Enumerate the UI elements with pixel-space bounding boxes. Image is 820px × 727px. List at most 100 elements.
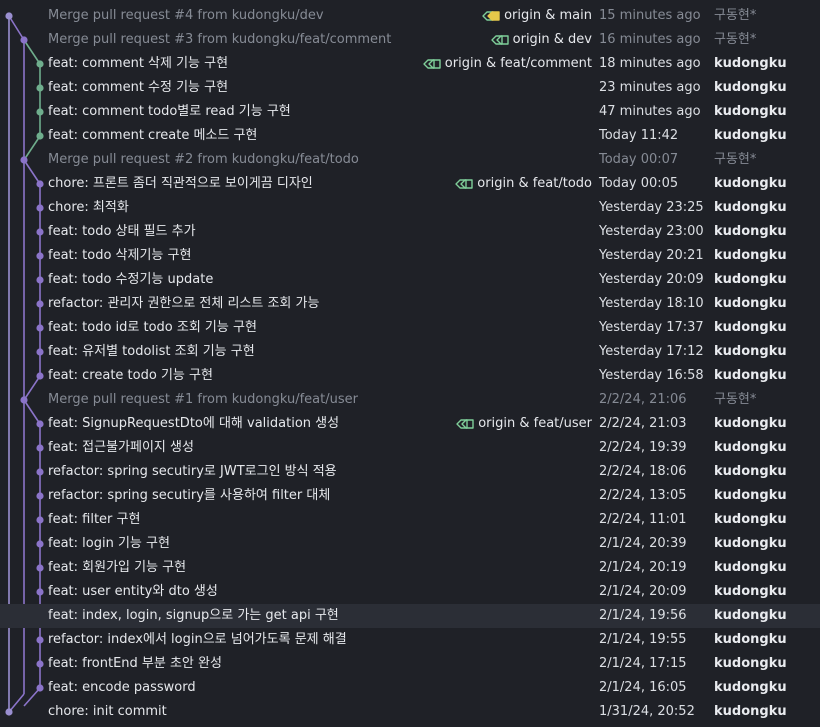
commit-row[interactable]: feat: todo 삭제기능 구현 Yesterday 20:21 kudongk…: [0, 244, 820, 268]
commit-row[interactable]: chore: 프론트 좀더 직관적으로 보이게끔 디자인 origin & fea…: [0, 172, 820, 196]
commit-row[interactable]: refactor: index에서 login으로 넘어가도록 문제 해결 2/1…: [0, 628, 820, 652]
commit-date: 2/1/24, 20:19: [599, 560, 687, 575]
commit-date: 2/2/24, 21:06: [599, 392, 687, 407]
commit-author: kudongku: [714, 368, 787, 383]
commit-date: Yesterday 17:12: [599, 344, 704, 359]
commit-row[interactable]: Merge pull request #1 from kudongku/feat…: [0, 388, 820, 412]
branch-refs-label: origin & main: [504, 8, 592, 23]
commit-author: kudongku: [714, 536, 787, 551]
commit-message: feat: encode password: [48, 680, 196, 695]
commit-row[interactable]: feat: comment 수정 기능 구현 23 minutes ago kudo…: [0, 76, 820, 100]
commit-date: 2/2/24, 18:06: [599, 464, 687, 479]
commit-message: feat: 유저별 todolist 조회 기능 구현: [48, 344, 255, 359]
commit-date: 2/1/24, 16:05: [599, 680, 687, 695]
branch-refs[interactable]: origin & feat/comment: [422, 52, 592, 76]
commit-message: refactor: spring secutiry로 JWT로그인 방식 적용: [48, 464, 337, 479]
commit-message: feat: frontEnd 부분 초안 완성: [48, 656, 222, 671]
branch-tag-icon: [456, 419, 474, 429]
commit-message: feat: 접근불가페이지 생성: [48, 440, 194, 455]
commit-message: feat: 회원가입 기능 구현: [48, 560, 187, 575]
commit-author: kudongku: [714, 560, 787, 575]
commit-author: kudongku: [714, 440, 787, 455]
commit-row[interactable]: feat: frontEnd 부분 초안 완성 2/1/24, 17:15 kudo…: [0, 652, 820, 676]
commit-row[interactable]: chore: 최적화 Yesterday 23:25 kudongku: [0, 196, 820, 220]
commit-author: kudongku: [714, 704, 787, 719]
commit-row[interactable]: Merge pull request #3 from kudongku/feat…: [0, 28, 820, 52]
commit-row[interactable]: feat: create todo 기능 구현 Yesterday 16:58 ku…: [0, 364, 820, 388]
commit-message: feat: index, login, signup으로 가는 get api …: [48, 608, 339, 623]
commit-row[interactable]: feat: SignupRequestDto에 대해 validation 생성…: [0, 412, 820, 436]
branch-refs-label: origin & feat/todo: [477, 176, 592, 191]
commit-date: 15 minutes ago: [599, 8, 701, 23]
commit-message: Merge pull request #2 from kudongku/feat…: [48, 152, 359, 167]
commit-date: 2/1/24, 20:39: [599, 536, 687, 551]
commit-message: feat: create todo 기능 구현: [48, 368, 213, 383]
commit-date: 2/2/24, 13:05: [599, 488, 687, 503]
commit-row[interactable]: Merge pull request #4 from kudongku/dev o…: [0, 4, 820, 28]
commit-date: 2/2/24, 19:39: [599, 440, 687, 455]
commit-message: feat: SignupRequestDto에 대해 validation 생성: [48, 416, 340, 431]
commit-list: Merge pull request #4 from kudongku/dev o…: [0, 4, 820, 724]
commit-row[interactable]: Merge pull request #2 from kudongku/feat…: [0, 148, 820, 172]
commit-row[interactable]: feat: comment 삭제 기능 구현 origin & feat/comm…: [0, 52, 820, 76]
commit-author: kudongku: [714, 128, 787, 143]
commit-message: Merge pull request #3 from kudongku/feat…: [48, 32, 392, 47]
commit-message: feat: comment todo별로 read 기능 구현: [48, 104, 291, 119]
commit-message: feat: todo 삭제기능 구현: [48, 248, 192, 263]
commit-author: kudongku: [714, 512, 787, 527]
commit-message: refactor: 관리자 권한으로 전체 리스트 조회 가능: [48, 296, 320, 311]
commit-row[interactable]: feat: todo 상태 필드 추가 Yesterday 23:00 kudong…: [0, 220, 820, 244]
commit-message: feat: user entity와 dto 생성: [48, 584, 218, 599]
branch-refs-label: origin & feat/user: [478, 416, 592, 431]
commit-author: kudongku: [714, 608, 787, 623]
commit-row[interactable]: feat: index, login, signup으로 가는 get api …: [0, 604, 820, 628]
commit-row[interactable]: feat: 접근불가페이지 생성 2/2/24, 19:39 kudongku: [0, 436, 820, 460]
branch-tag-icon: [490, 35, 509, 45]
commit-author: kudongku: [714, 104, 787, 119]
branch-refs[interactable]: origin & dev: [490, 28, 592, 52]
commit-date: 2/1/24, 19:56: [599, 608, 687, 623]
commit-date: 2/2/24, 11:01: [599, 512, 687, 527]
commit-author: kudongku: [714, 680, 787, 695]
commit-author: kudongku: [714, 272, 787, 287]
commit-row[interactable]: feat: comment todo별로 read 기능 구현 47 minute…: [0, 100, 820, 124]
commit-date: Yesterday 17:37: [599, 320, 704, 335]
commit-author: 구동현*: [714, 32, 757, 47]
commit-row[interactable]: feat: user entity와 dto 생성 2/1/24, 20:09 ku…: [0, 580, 820, 604]
commit-date: 47 minutes ago: [599, 104, 701, 119]
commit-row[interactable]: feat: encode password 2/1/24, 16:05 kudong…: [0, 676, 820, 700]
commit-message: feat: todo 상태 필드 추가: [48, 224, 196, 239]
commit-message: feat: todo 수정기능 update: [48, 272, 214, 287]
commit-date: 1/31/24, 20:52: [599, 704, 695, 719]
branch-refs[interactable]: origin & feat/todo: [454, 172, 592, 196]
commit-author: kudongku: [714, 248, 787, 263]
commit-row[interactable]: refactor: 관리자 권한으로 전체 리스트 조회 가능 Yesterday…: [0, 292, 820, 316]
commit-author: kudongku: [714, 200, 787, 215]
commit-message: chore: 최적화: [48, 200, 129, 215]
commit-row[interactable]: feat: login 기능 구현 2/1/24, 20:39 kudongku: [0, 532, 820, 556]
branch-refs[interactable]: origin & main: [481, 4, 592, 28]
commit-date: 18 minutes ago: [599, 56, 701, 71]
commit-row[interactable]: feat: filter 구현 2/2/24, 11:01 kudongku: [0, 508, 820, 532]
commit-author: kudongku: [714, 80, 787, 95]
commit-row[interactable]: feat: todo id로 todo 조회 기능 구현 Yesterday 17…: [0, 316, 820, 340]
commit-author: kudongku: [714, 56, 787, 71]
commit-author: kudongku: [714, 416, 787, 431]
commit-row[interactable]: chore: init commit 1/31/24, 20:52 kudongku: [0, 700, 820, 724]
commit-date: Yesterday 23:25: [599, 200, 704, 215]
commit-message: refactor: index에서 login으로 넘어가도록 문제 해결: [48, 632, 347, 647]
commit-row[interactable]: feat: 유저별 todolist 조회 기능 구현 Yesterday 17:…: [0, 340, 820, 364]
commit-author: kudongku: [714, 344, 787, 359]
commit-row[interactable]: refactor: spring secutiry로 JWT로그인 방식 적용 2…: [0, 460, 820, 484]
commit-row[interactable]: refactor: spring secutiry를 사용하여 filter 대…: [0, 484, 820, 508]
commit-date: 2/1/24, 17:15: [599, 656, 687, 671]
commit-date: 16 minutes ago: [599, 32, 701, 47]
commit-row[interactable]: feat: todo 수정기능 update Yesterday 20:09 kud…: [0, 268, 820, 292]
commit-date: 2/1/24, 19:55: [599, 632, 687, 647]
commit-author: 구동현*: [714, 392, 757, 407]
commit-row[interactable]: feat: comment create 메소드 구현 Today 11:42 ku…: [0, 124, 820, 148]
commit-date: 2/2/24, 21:03: [599, 416, 687, 431]
commit-message: Merge pull request #4 from kudongku/dev: [48, 8, 324, 23]
branch-refs[interactable]: origin & feat/user: [455, 412, 592, 436]
commit-row[interactable]: feat: 회원가입 기능 구현 2/1/24, 20:19 kudongku: [0, 556, 820, 580]
